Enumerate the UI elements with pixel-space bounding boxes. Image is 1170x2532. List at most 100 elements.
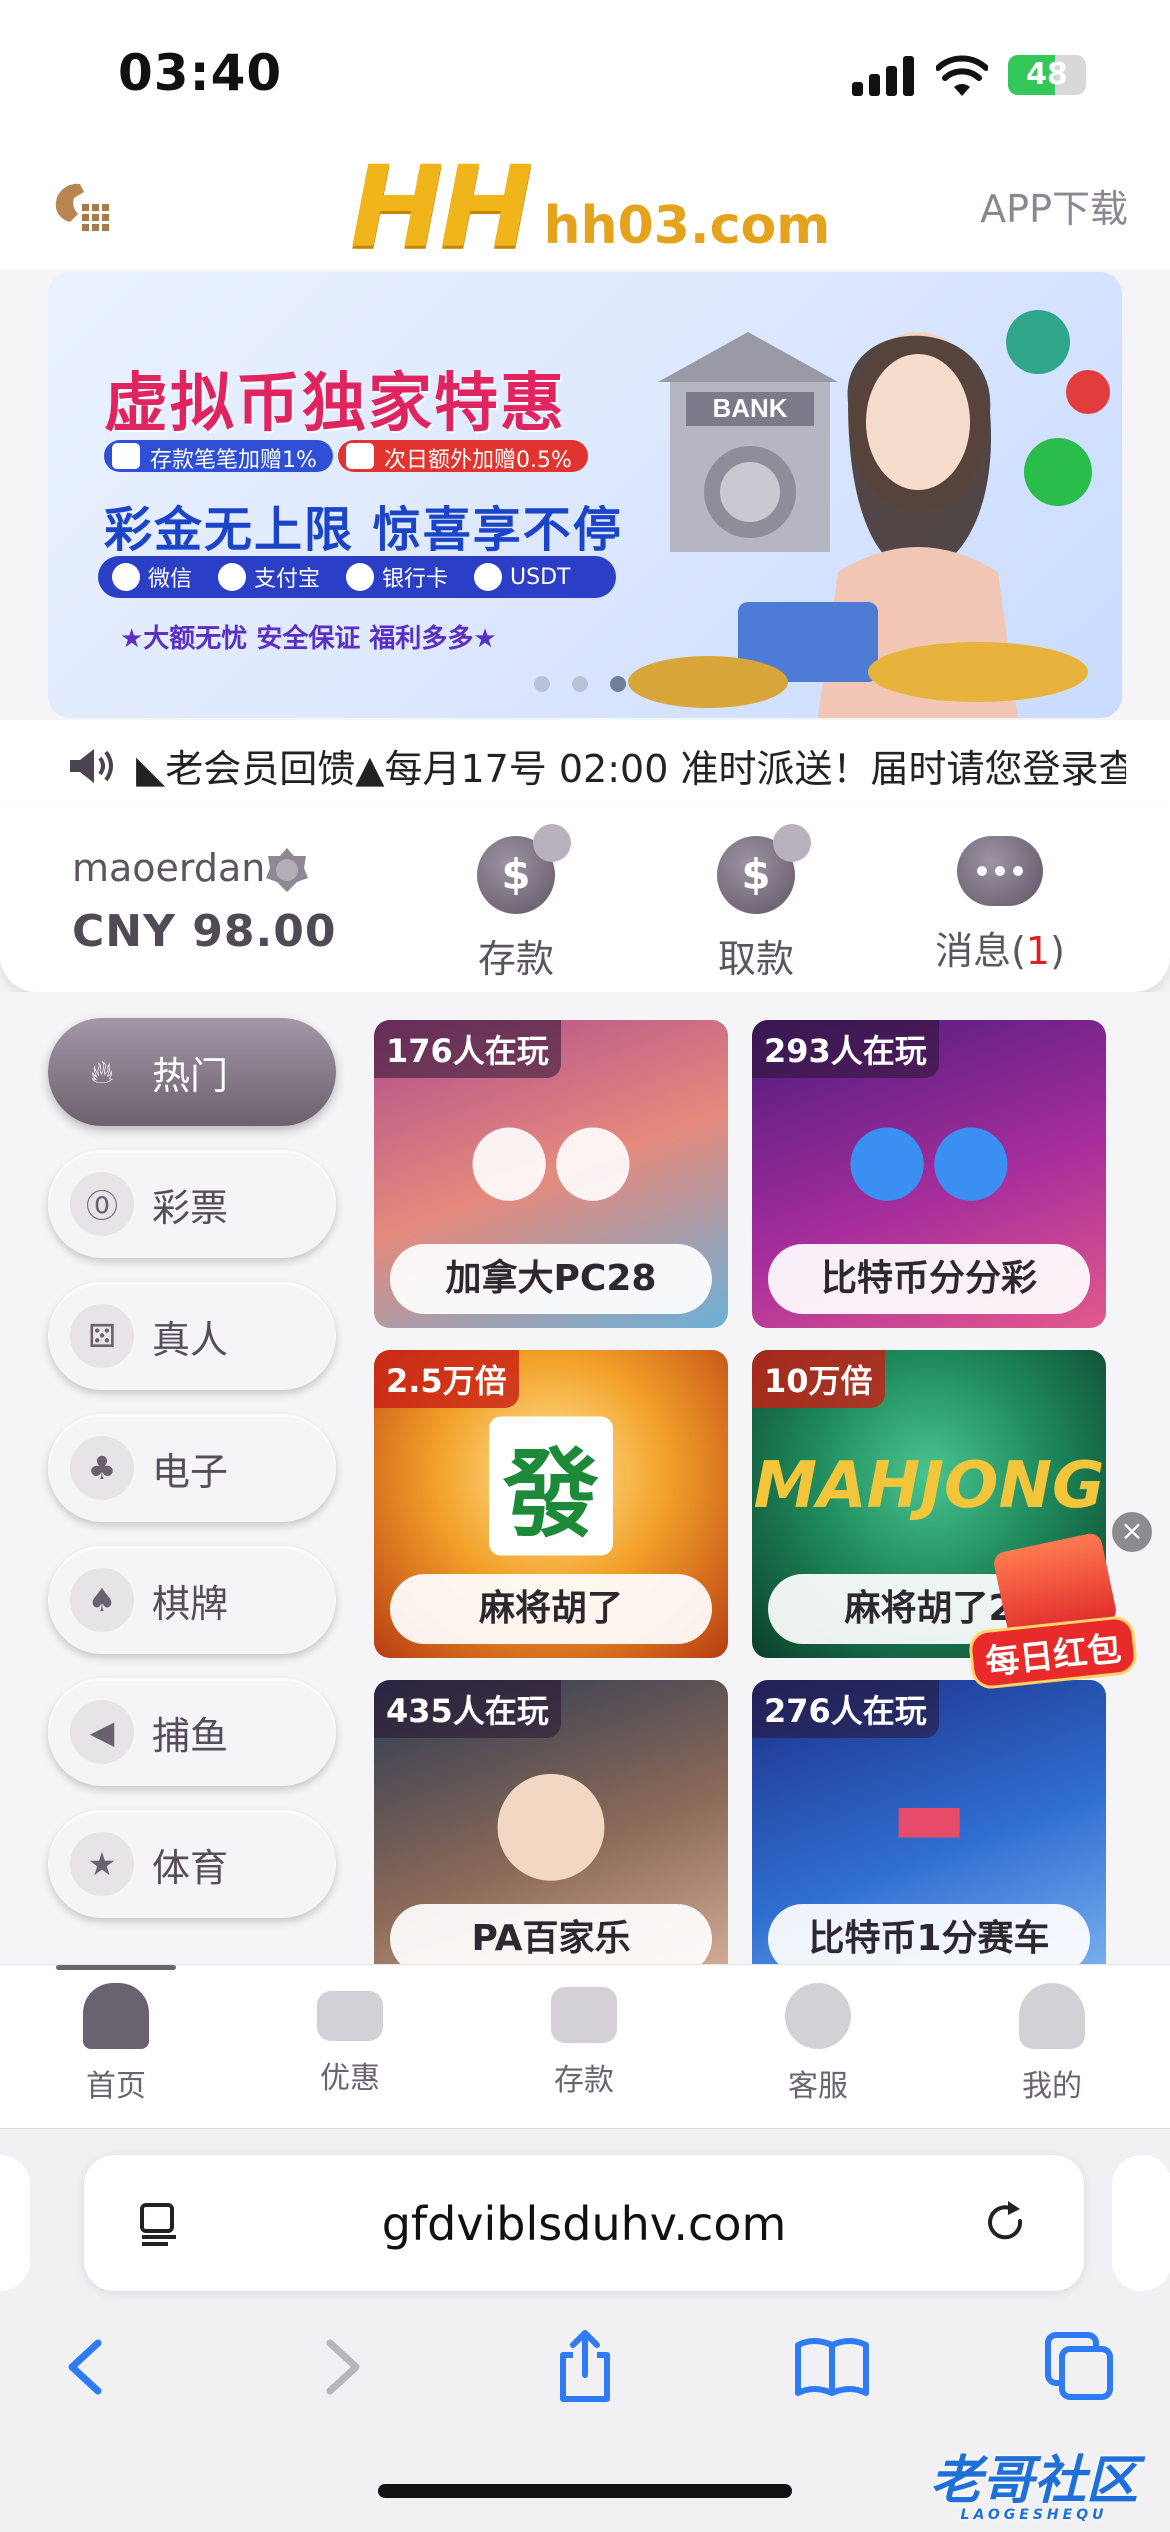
- vip-badge-icon[interactable]: [264, 846, 310, 894]
- payment-alipay-label: 支付宝: [254, 567, 321, 592]
- bingo-balls-art: ●●: [845, 1099, 1013, 1212]
- game-multiplier-badge: 2.5万倍: [374, 1350, 519, 1408]
- bottom-tab-bar: 首页 优惠 存款 客服 我的: [0, 1964, 1170, 2128]
- logo-domain: hh03.com: [543, 196, 831, 256]
- close-icon[interactable]: ×: [1112, 1512, 1152, 1552]
- watermark-logo: 老哥社区 LAOGESHEQU: [930, 2438, 1138, 2523]
- tab-deposit[interactable]: 存款: [504, 1983, 664, 2099]
- banner-subtitle: 彩金无上限 惊喜享不停: [104, 502, 623, 558]
- money-bag-icon: [112, 443, 140, 469]
- status-bar: 03:40 48: [0, 0, 1170, 140]
- tabs-icon[interactable]: [1040, 2327, 1120, 2407]
- red-packet-label: 每日红包: [967, 1614, 1139, 1691]
- game-card[interactable]: 發 2.5万倍 麻将胡了: [374, 1350, 728, 1658]
- tab-promotions[interactable]: 优惠: [270, 1983, 430, 2097]
- speaker-icon: [70, 749, 113, 783]
- share-icon[interactable]: [545, 2327, 625, 2407]
- game-name: 麻将胡了: [390, 1574, 712, 1644]
- mahjong-tile-art: 發: [489, 1416, 613, 1556]
- trophy-icon: ★: [70, 1832, 134, 1896]
- payment-methods: 微信 支付宝 银行卡 USDT: [98, 556, 616, 598]
- messages-text-close: ): [1050, 929, 1065, 973]
- banner-dot[interactable]: [572, 676, 588, 692]
- home-icon: [83, 1983, 149, 2049]
- tether-icon: [474, 563, 503, 591]
- tab-profile[interactable]: 我的: [972, 1983, 1132, 2105]
- messages-count-badge: 1: [1025, 929, 1051, 973]
- messages-text: 消息(: [935, 929, 1026, 973]
- previous-tab-peek[interactable]: [0, 2155, 30, 2291]
- tab-home[interactable]: 首页: [36, 1983, 196, 2105]
- deposit-button[interactable]: $ 存款: [446, 824, 586, 983]
- active-tab-indicator: [56, 1965, 176, 1970]
- deposit-label: 存款: [477, 937, 554, 981]
- game-multiplier-badge: 10万倍: [752, 1350, 885, 1408]
- category-cards[interactable]: ♠ 棋牌: [48, 1546, 336, 1654]
- reload-icon[interactable]: [982, 2199, 1030, 2247]
- game-card[interactable]: ●● 176人在玩 加拿大PC28: [374, 1020, 728, 1328]
- phone-icon[interactable]: [50, 178, 112, 236]
- tab-promotions-label: 优惠: [320, 2061, 380, 2096]
- withdraw-label: 取款: [717, 937, 794, 981]
- forward-icon[interactable]: [300, 2327, 380, 2407]
- lottery-balls-art: ●●: [467, 1099, 635, 1212]
- category-hot[interactable]: 🔥︎ 热门: [48, 1018, 336, 1126]
- tab-support[interactable]: 客服: [738, 1983, 898, 2105]
- clock: 03:40: [118, 44, 283, 102]
- banner-pill-deposit: 存款笔笔加赠1%: [104, 440, 333, 473]
- withdraw-button[interactable]: $ 取款: [686, 824, 826, 983]
- banner-footer: ★大额无忧 安全保证 福利多多★: [120, 624, 497, 654]
- payment-usdt-label: USDT: [510, 564, 571, 590]
- category-lottery-label: 彩票: [152, 1185, 229, 1230]
- category-live[interactable]: ⚄ 真人: [48, 1282, 336, 1390]
- tab-home-label: 首页: [86, 2069, 146, 2104]
- race-car-art: ▬: [891, 1769, 967, 1863]
- game-players-badge: 176人在玩: [374, 1020, 561, 1078]
- category-hot-label: 热门: [152, 1053, 229, 1098]
- withdraw-icon: $: [717, 824, 811, 914]
- banner-title: 虚拟币独家特惠: [104, 367, 566, 441]
- announcement-text: ◣老会员回馈▲每月17号 02:00 准时派送！届时请您登录查: [136, 747, 1126, 791]
- payment-wechat-label: 微信: [148, 567, 193, 592]
- chat-icon: [957, 836, 1043, 906]
- user-icon: [1019, 1983, 1085, 2049]
- game-card[interactable]: ▬ 276人在玩 比特币1分赛车: [752, 1680, 1106, 1964]
- dealer-portrait-art: ●: [489, 1734, 613, 1898]
- banner-pagination[interactable]: [534, 676, 626, 692]
- banner-dot-active[interactable]: [610, 676, 626, 692]
- home-indicator[interactable]: [378, 2484, 792, 2498]
- category-slots[interactable]: ♣ 电子: [48, 1414, 336, 1522]
- game-lobby: 🔥︎ 热门 ⓪ 彩票 ⚄ 真人 ♣ 电子 ♠ 棋牌 ◀ 捕鱼 ★ 体育 ●● 1…: [0, 992, 1170, 1964]
- payment-wechat: 微信: [112, 561, 192, 593]
- next-tab-peek[interactable]: [1112, 2155, 1170, 2291]
- bank-card-icon: [346, 563, 375, 591]
- balance: CNY 98.00: [72, 906, 337, 957]
- bookmarks-icon[interactable]: [792, 2327, 872, 2407]
- game-name: 加拿大PC28: [390, 1244, 712, 1314]
- category-sports[interactable]: ★ 体育: [48, 1810, 336, 1918]
- app-header: HH hh03.com APP下载: [0, 140, 1170, 270]
- game-card[interactable]: ●● 293人在玩 比特币分分彩: [752, 1020, 1106, 1328]
- category-lottery[interactable]: ⓪ 彩票: [48, 1150, 336, 1258]
- game-card[interactable]: ● 435人在玩 PA百家乐: [374, 1680, 728, 1964]
- category-fishing[interactable]: ◀ 捕鱼: [48, 1678, 336, 1786]
- announcement-marquee[interactable]: ◣老会员回馈▲每月17号 02:00 准时派送！届时请您登录查: [0, 720, 1170, 806]
- app-download-link[interactable]: APP下载: [980, 178, 1128, 233]
- payment-bankcard-label: 银行卡: [382, 567, 449, 592]
- flame-icon: 🔥︎: [90, 1052, 114, 1091]
- messages-button[interactable]: 消息(1): [930, 836, 1070, 975]
- logo-mark: HH: [350, 143, 533, 273]
- user-panel: maoerdan CNY 98.00 $ 存款 $ 取款 消息(1): [0, 806, 1170, 992]
- banner-dot[interactable]: [534, 676, 550, 692]
- daily-red-packet[interactable]: × 每日红包: [967, 1512, 1152, 1691]
- address-bar[interactable]: gfdviblsduhv.com: [84, 2155, 1084, 2291]
- brand-logo[interactable]: HH hh03.com: [350, 143, 831, 273]
- dice-icon: ⚄: [70, 1304, 134, 1368]
- game-players-badge: 435人在玩: [374, 1680, 561, 1738]
- back-icon[interactable]: [48, 2327, 128, 2407]
- coupon-icon: [317, 1991, 383, 2041]
- promo-banner[interactable]: 虚拟币独家特惠 存款笔笔加赠1% 次日额外加赠0.5% 彩金无上限 惊喜享不停 …: [48, 272, 1122, 718]
- banner-illustration: BANK: [628, 310, 1110, 718]
- payment-alipay: 支付宝: [218, 561, 320, 593]
- cards-icon: ♠: [70, 1568, 134, 1632]
